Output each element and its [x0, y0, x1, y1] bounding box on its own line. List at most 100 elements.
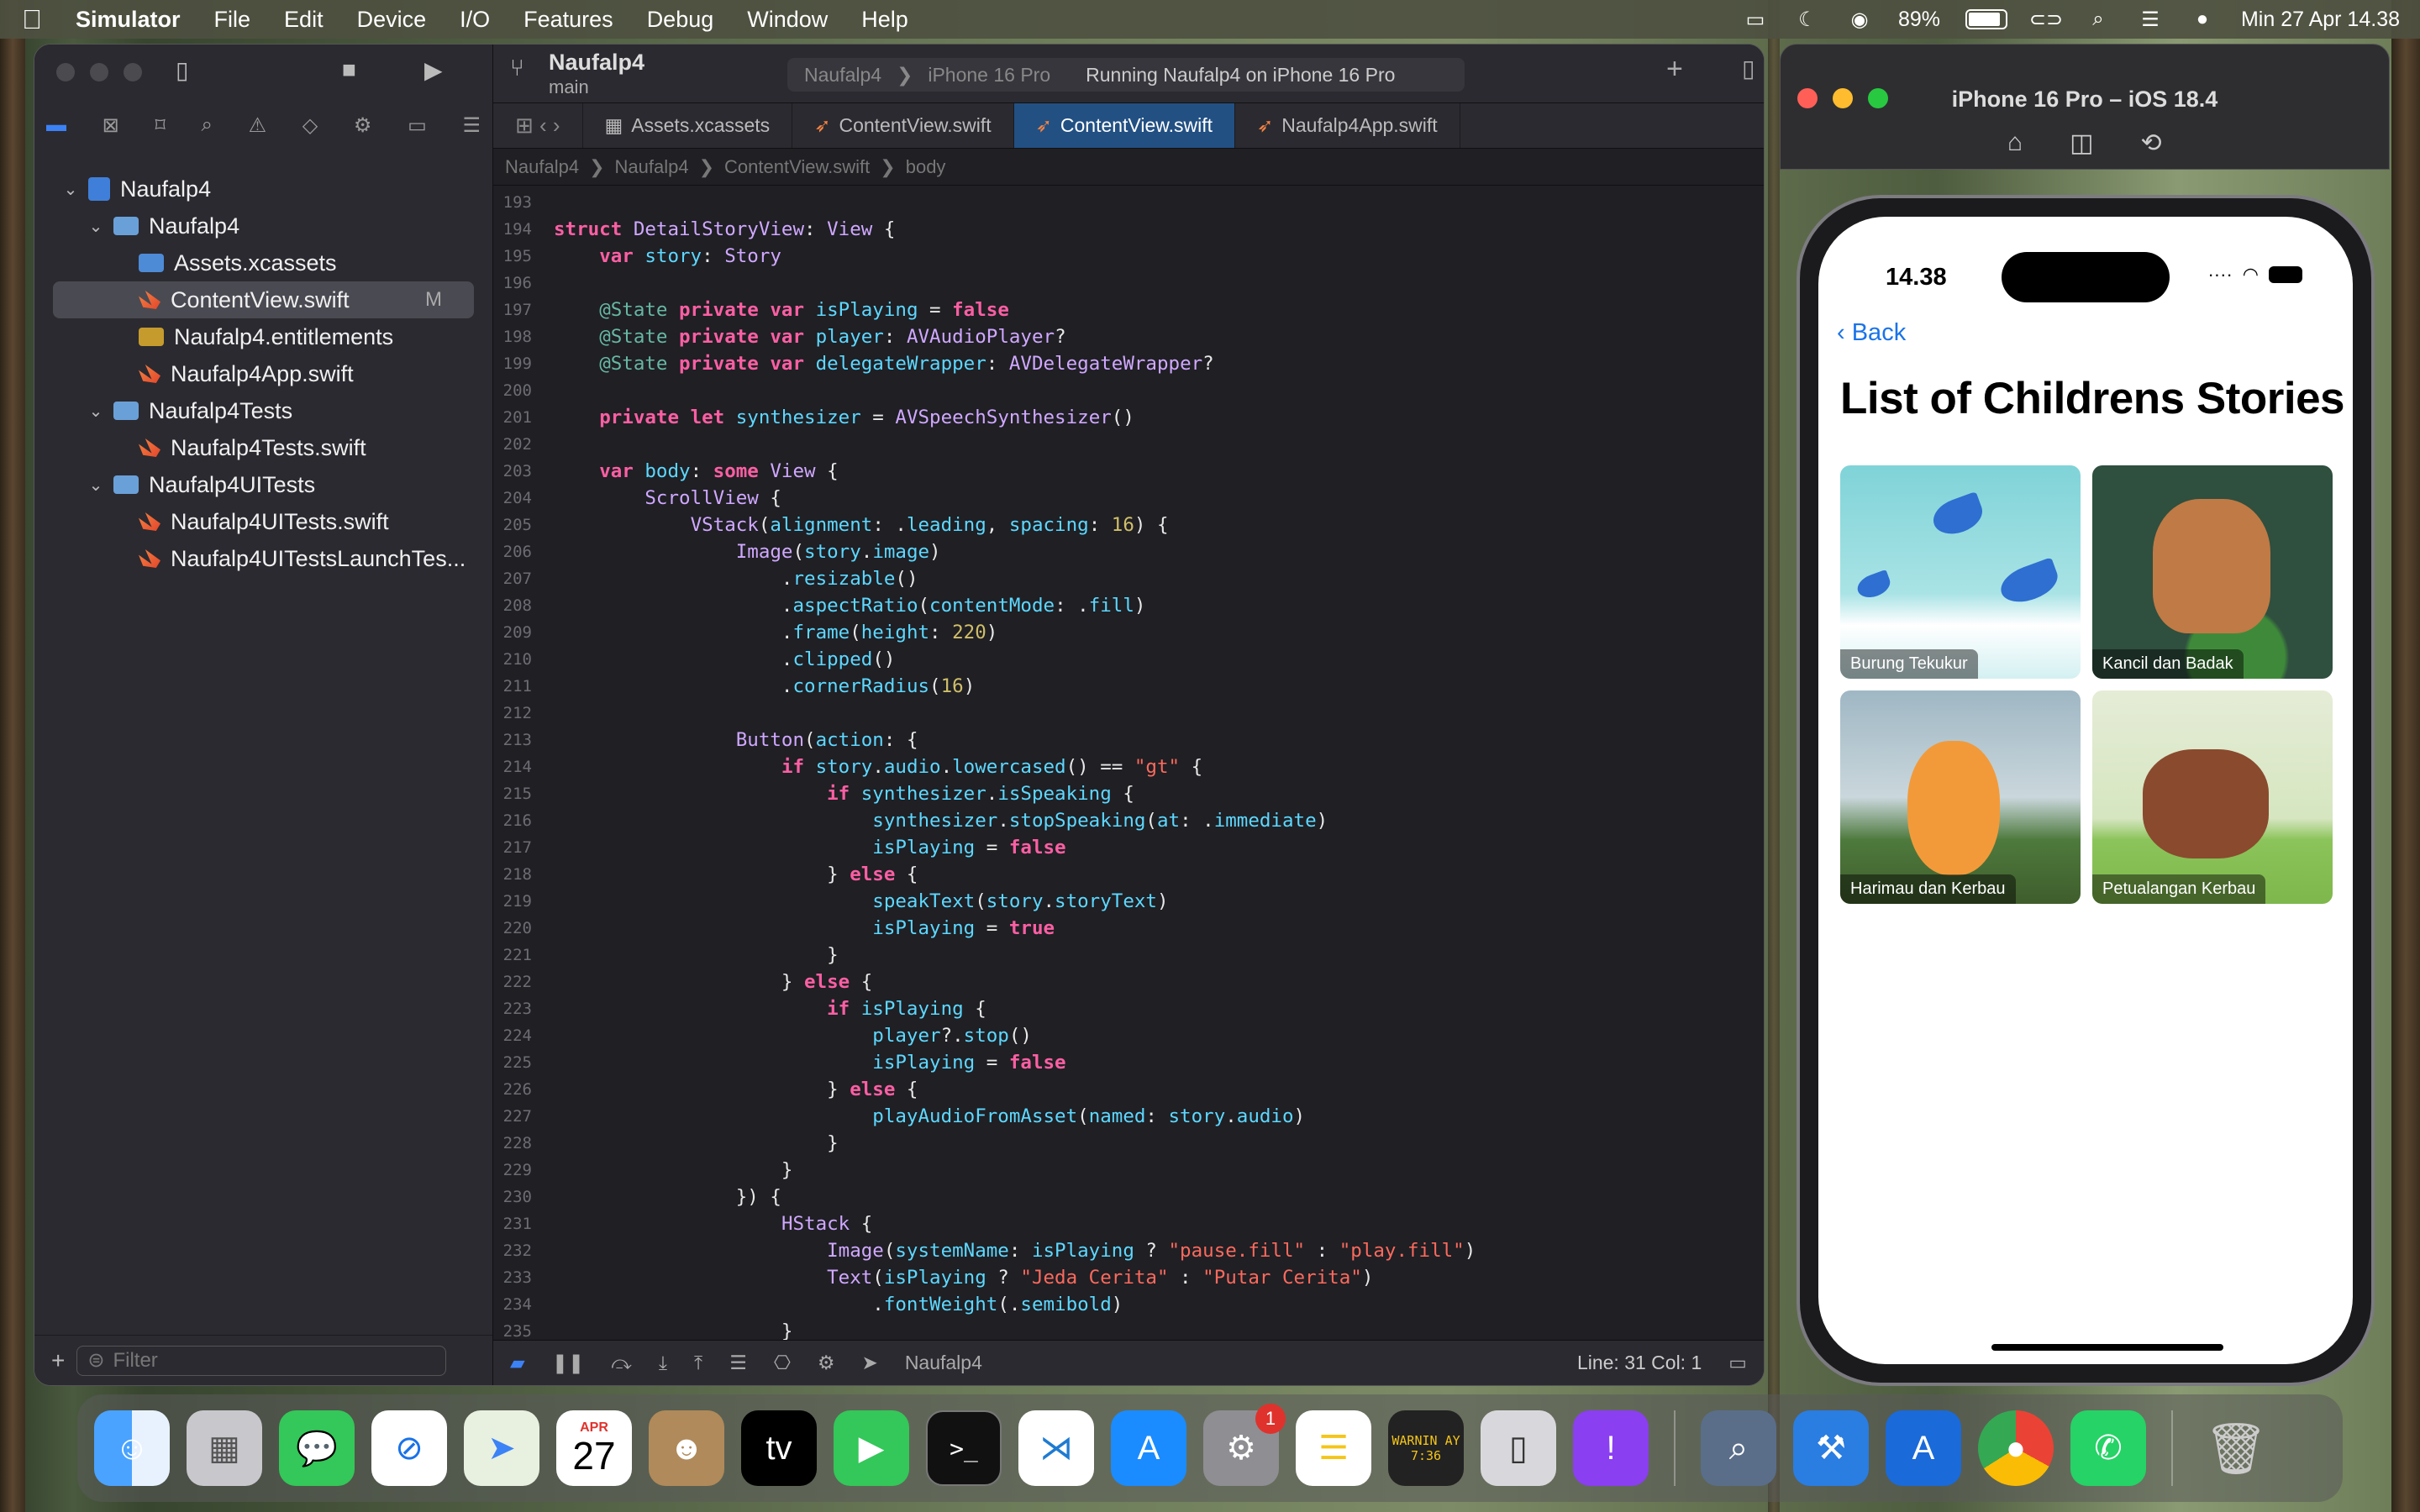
menu-app[interactable]: Simulator	[76, 7, 181, 33]
home-icon[interactable]: ⌂	[2007, 129, 2023, 158]
story-card[interactable]: Harimau dan Kerbau	[1840, 690, 2081, 904]
code-line[interactable]: 193	[493, 189, 1764, 216]
search-icon[interactable]: ⌕	[2085, 8, 2112, 30]
report-icon[interactable]: ☰	[462, 113, 481, 138]
code-line[interactable]: 228 }	[493, 1130, 1764, 1157]
code-line[interactable]: 208 .aspectRatio(contentMode: .fill)	[493, 592, 1764, 619]
stage-manager-icon[interactable]: ▭	[1742, 8, 1769, 31]
navigator-row[interactable]: ⌄ Naufalp4	[34, 207, 492, 244]
code-line[interactable]: 207 .resizable()	[493, 565, 1764, 592]
sidebar-toggle-icon[interactable]: ▯	[176, 56, 188, 84]
menu-features[interactable]: Features	[523, 7, 613, 33]
battery-icon[interactable]	[1965, 9, 2007, 29]
code-line[interactable]: 209 .frame(height: 220)	[493, 619, 1764, 646]
code-line[interactable]: 214 if story.audio.lowercased() == "gt" …	[493, 753, 1764, 780]
control-center-icon[interactable]: ☰	[2137, 8, 2164, 31]
debug-icon[interactable]: ⚙	[354, 113, 372, 138]
app-store-icon[interactable]: A	[1111, 1410, 1186, 1486]
system-settings-icon[interactable]: ⚙ 1	[1203, 1404, 1286, 1486]
navigator-row[interactable]: Naufalp4UITests.swift	[34, 503, 492, 540]
folder-icon[interactable]: ▬	[46, 113, 66, 138]
code-line[interactable]: 195 var story: Story	[493, 243, 1764, 270]
code-line[interactable]: 227 playAudioFromAsset(named: story.audi…	[493, 1103, 1764, 1130]
finder-icon[interactable]: ☺	[94, 1410, 170, 1486]
moon-icon[interactable]: ☾	[1794, 8, 1821, 31]
breakpoint-icon[interactable]: ▭	[408, 113, 427, 138]
code-line[interactable]: 213 Button(action: {	[493, 727, 1764, 753]
code-line[interactable]: 197 @State private var isPlaying = false	[493, 297, 1764, 323]
menu-help[interactable]: Help	[861, 7, 908, 33]
code-line[interactable]: 230 }) {	[493, 1184, 1764, 1210]
run-icon[interactable]: ▶	[424, 56, 443, 84]
location-icon[interactable]: ➤	[862, 1352, 878, 1374]
code-line[interactable]: 232 Image(systemName: isPlaying ? "pause…	[493, 1237, 1764, 1264]
grid-icon[interactable]: ⊞ ‹ ›	[493, 103, 583, 148]
navigator-row[interactable]: ⌄ Naufalp4Tests	[34, 392, 492, 429]
source-control-icon[interactable]: ⊠	[103, 113, 119, 138]
scheme-target[interactable]: Naufalp4	[804, 64, 881, 87]
bookmark-icon[interactable]: ⌑	[155, 113, 165, 138]
rotate-icon[interactable]: ⟲	[2140, 129, 2161, 158]
code-line[interactable]: 200	[493, 377, 1764, 404]
code-line[interactable]: 219 speakText(story.storyText)	[493, 888, 1764, 915]
story-card[interactable]: Petualangan Kerbau	[2092, 690, 2333, 904]
navigator-row[interactable]: Naufalp4UITestsLaunchTes...	[34, 540, 492, 577]
code-line[interactable]: 203 var body: some View {	[493, 458, 1764, 485]
launchpad-icon[interactable]: ▦	[187, 1410, 262, 1486]
jump-symbol[interactable]: body	[906, 156, 946, 178]
code-line[interactable]: 218 } else {	[493, 861, 1764, 888]
story-card[interactable]: Kancil dan Badak	[2092, 465, 2333, 679]
tab-contentview[interactable]: ➶ ContentView.swift	[792, 103, 1014, 148]
instruments-icon[interactable]: A	[1886, 1410, 1961, 1486]
code-line[interactable]: 217 isPlaying = false	[493, 834, 1764, 861]
find-icon[interactable]: ⌕	[201, 113, 212, 138]
menu-debug[interactable]: Debug	[647, 7, 714, 33]
home-indicator[interactable]	[1991, 1344, 2223, 1351]
maps-icon[interactable]: ➤	[464, 1410, 539, 1486]
code-line[interactable]: 221 }	[493, 942, 1764, 969]
stop-icon[interactable]: ■	[342, 56, 356, 83]
link-icon[interactable]: ⊂⊃	[2029, 8, 2063, 31]
disclosure-chevron-icon[interactable]: ⌄	[87, 216, 105, 237]
breakpoints-toggle-icon[interactable]: ▰	[510, 1352, 525, 1374]
project-title[interactable]: Naufalp4	[549, 50, 644, 76]
notes-icon[interactable]: ☰	[1296, 1410, 1371, 1486]
menu-edit[interactable]: Edit	[284, 7, 324, 33]
console-icon[interactable]: WARNIN AY 7:36	[1388, 1410, 1464, 1486]
whatsapp-icon[interactable]: ✆	[2070, 1410, 2146, 1486]
screenshot-icon[interactable]: ◫	[2070, 129, 2093, 158]
code-line[interactable]: 196	[493, 270, 1764, 297]
facetime-icon[interactable]: ▶	[834, 1410, 909, 1486]
code-line[interactable]: 212	[493, 700, 1764, 727]
step-into-icon[interactable]: ⤓	[659, 1352, 667, 1374]
code-line[interactable]: 201 private let synthesizer = AVSpeechSy…	[493, 404, 1764, 431]
trash-icon[interactable]: 🗑	[2198, 1410, 2274, 1486]
tv-icon[interactable]: tv	[741, 1410, 817, 1486]
jump-folder[interactable]: Naufalp4	[615, 156, 689, 178]
code-line[interactable]: 211 .cornerRadius(16)	[493, 673, 1764, 700]
code-line[interactable]: 231 HStack {	[493, 1210, 1764, 1237]
code-line[interactable]: 215 if synthesizer.isSpeaking {	[493, 780, 1764, 807]
step-over-icon[interactable]: ⤼	[611, 1352, 632, 1374]
tab-assets[interactable]: ▦ Assets.xcassets	[583, 103, 793, 148]
navigator-row[interactable]: Naufalp4Tests.swift	[34, 429, 492, 466]
add-tab-icon[interactable]: +	[1666, 53, 1683, 86]
code-line[interactable]: 202	[493, 431, 1764, 458]
menu-file[interactable]: File	[214, 7, 251, 33]
panel-toggle-icon[interactable]: ▭	[1728, 1352, 1747, 1374]
disclosure-chevron-icon[interactable]: ⌄	[61, 179, 80, 200]
xcode-icon[interactable]: ⚒	[1793, 1410, 1869, 1486]
minimize-button[interactable]	[90, 63, 108, 81]
add-icon[interactable]: +	[51, 1347, 65, 1374]
chrome-icon[interactable]: ●	[1978, 1410, 2054, 1486]
code-line[interactable]: 204 ScrollView {	[493, 485, 1764, 512]
code-editor[interactable]: 193 194 struct DetailStoryView: View {195 …	[493, 189, 1764, 1340]
disclosure-chevron-icon[interactable]: ⌄	[87, 401, 105, 422]
preview-icon[interactable]: ⌕	[1701, 1410, 1776, 1486]
environment-icon[interactable]: ⚙	[818, 1352, 835, 1374]
code-line[interactable]: 206 Image(story.image)	[493, 538, 1764, 565]
code-line[interactable]: 223 if isPlaying {	[493, 995, 1764, 1022]
menu-io[interactable]: I/O	[460, 7, 490, 33]
code-line[interactable]: 216 synthesizer.stopSpeaking(at: .immedi…	[493, 807, 1764, 834]
safari-icon[interactable]: ⊘	[371, 1410, 447, 1486]
